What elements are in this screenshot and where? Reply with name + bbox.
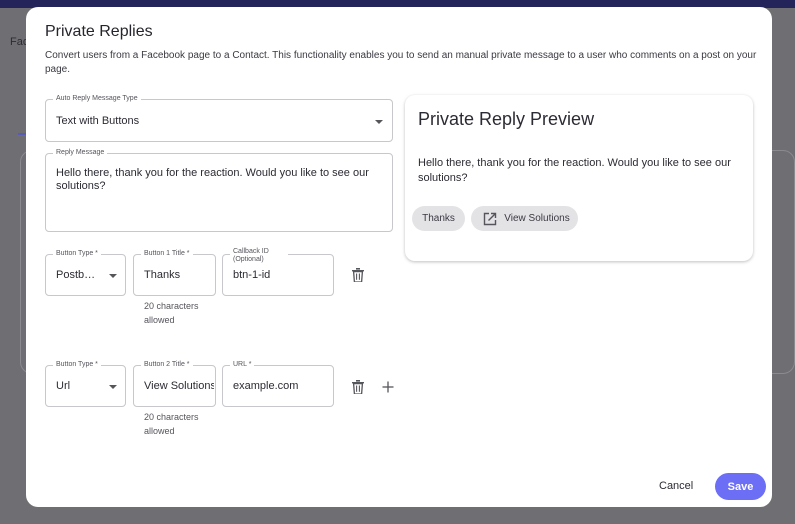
cancel-button[interactable]: Cancel: [659, 480, 693, 492]
button-2-title-value: View Solutions: [144, 380, 214, 392]
reply-message-value: Hello there, thank you for the reaction.…: [56, 167, 369, 192]
auto-reply-type-select[interactable]: Auto Reply Message Type Text with Button…: [45, 94, 393, 142]
url-label: URL *: [230, 360, 255, 369]
trash-icon: [352, 380, 364, 394]
preview-chip-thanks[interactable]: Thanks: [412, 206, 465, 231]
button-2-title-label: Button 2 Title *: [141, 360, 193, 369]
button-1-type-value: Postback: [56, 269, 98, 281]
chevron-down-icon: [109, 274, 117, 278]
auto-reply-type-label: Auto Reply Message Type: [53, 94, 141, 103]
callback-id-label: Callback ID (Optional): [230, 248, 288, 264]
button-2-title-input[interactable]: Button 2 Title * View Solutions: [133, 360, 216, 407]
reply-message-label: Reply Message: [53, 148, 108, 157]
preview-message: Hello there, thank you for the reaction.…: [418, 157, 731, 184]
button-1-type-select[interactable]: Button Type * Postback: [45, 249, 126, 296]
preview-title: Private Reply Preview: [418, 109, 595, 129]
url-value: example.com: [233, 380, 299, 392]
chevron-down-icon: [109, 385, 117, 389]
open-in-new-icon: [484, 212, 497, 225]
save-button[interactable]: Save: [715, 473, 766, 500]
callback-id-input[interactable]: Callback ID (Optional) btn-1-id: [222, 248, 334, 296]
reply-message-textarea[interactable]: Reply Message Hello there, thank you for…: [45, 148, 393, 232]
preview-chip-view-solutions[interactable]: View Solutions: [471, 206, 578, 231]
callback-id-value: btn-1-id: [233, 269, 271, 281]
button-1-title-value: Thanks: [144, 269, 181, 281]
delete-button-1[interactable]: [348, 265, 368, 285]
trash-icon: [352, 268, 364, 282]
button-2-type-label: Button Type *: [53, 360, 101, 369]
delete-button-2[interactable]: [348, 377, 368, 397]
button-1-type-label: Button Type *: [53, 249, 101, 258]
preview-chip-view-solutions-label: View Solutions: [504, 213, 570, 224]
auto-reply-type-value: Text with Buttons: [56, 115, 140, 127]
button-2-type-select[interactable]: Button Type * Url: [45, 360, 126, 407]
preview-chip-thanks-label: Thanks: [422, 213, 455, 224]
button-2-helper-text: 20 characters allowed: [144, 412, 199, 436]
dialog-title: Private Replies: [45, 23, 153, 40]
background-tab-indicator: [18, 133, 26, 135]
plus-icon: [382, 381, 394, 393]
private-reply-preview-card: Private Reply Preview Hello there, thank…: [405, 95, 753, 261]
button-1-helper-text: 20 characters allowed: [144, 301, 199, 325]
add-button[interactable]: [378, 377, 398, 397]
url-input[interactable]: URL * example.com: [222, 360, 334, 407]
dialog-description: Convert users from a Facebook page to a …: [45, 50, 757, 75]
button-2-type-value: Url: [56, 380, 71, 392]
button-1-title-label: Button 1 Title *: [141, 249, 193, 258]
chevron-down-icon: [375, 120, 383, 124]
button-1-title-input[interactable]: Button 1 Title * Thanks: [133, 249, 216, 296]
private-replies-dialog: Private Replies Convert users from a Fac…: [26, 7, 772, 507]
